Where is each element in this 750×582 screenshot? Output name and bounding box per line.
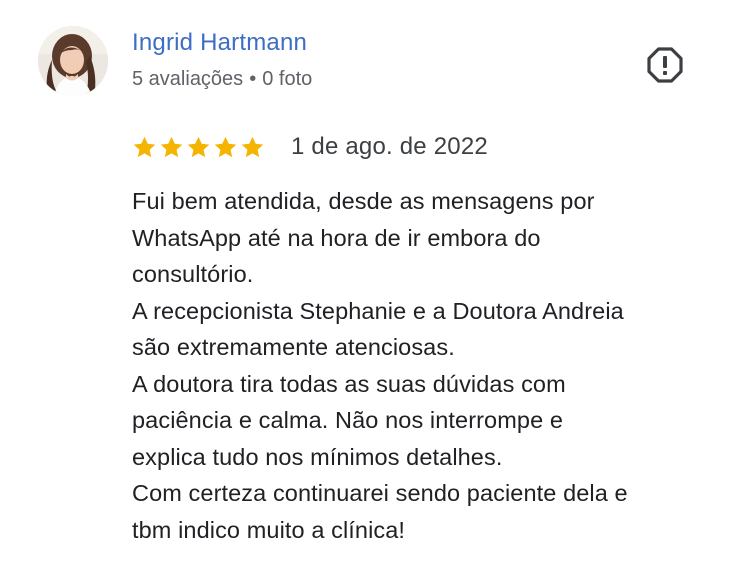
review-line: A recepcionista Stephanie e a Doutora An…	[132, 297, 624, 324]
review-line: tbm indico muito a clínica!	[132, 516, 406, 543]
star-icon	[160, 136, 183, 157]
avatar[interactable]	[38, 26, 108, 96]
photos-count: 0 foto	[262, 68, 313, 90]
review-line: explica tudo nos mínimos detalhes.	[132, 443, 503, 470]
reviewer-name[interactable]: Ingrid Hartmann	[132, 28, 307, 58]
review-line: Com certeza continuarei sendo paciente d…	[132, 480, 628, 506]
report-button[interactable]	[646, 46, 684, 84]
review-line: Fui bem atendida, desde as mensagens por	[132, 188, 595, 214]
star-rating	[132, 135, 265, 160]
review-line: são extremamente atenciosas.	[132, 334, 455, 360]
star-icon	[241, 136, 264, 157]
review-text: Fui bem atendida, desde as mensagens por…	[132, 183, 732, 548]
star-icon	[187, 136, 210, 157]
report-flag-icon	[647, 47, 683, 83]
reviews-count: 5 avaliações	[132, 68, 244, 90]
review-line: consultório.	[132, 261, 254, 287]
star-icon	[214, 136, 237, 157]
review-date: 1 de ago. de 2022	[291, 133, 488, 160]
review-line: paciência e calma. Não nos interrompe e	[132, 407, 564, 433]
rating-row: 1 de ago. de 2022	[132, 130, 488, 164]
review-line: A doutora tira todas as suas dúvidas com	[132, 370, 566, 397]
review-card: Ingrid Hartmann 5 avaliações • 0 foto 1 de…	[0, 0, 750, 582]
reviewer-meta: 5 avaliações • 0 foto	[132, 66, 312, 92]
star-icon	[133, 136, 156, 157]
meta-separator: •	[249, 68, 257, 90]
review-line: WhatsApp até na hora de ir embora do	[132, 224, 541, 251]
